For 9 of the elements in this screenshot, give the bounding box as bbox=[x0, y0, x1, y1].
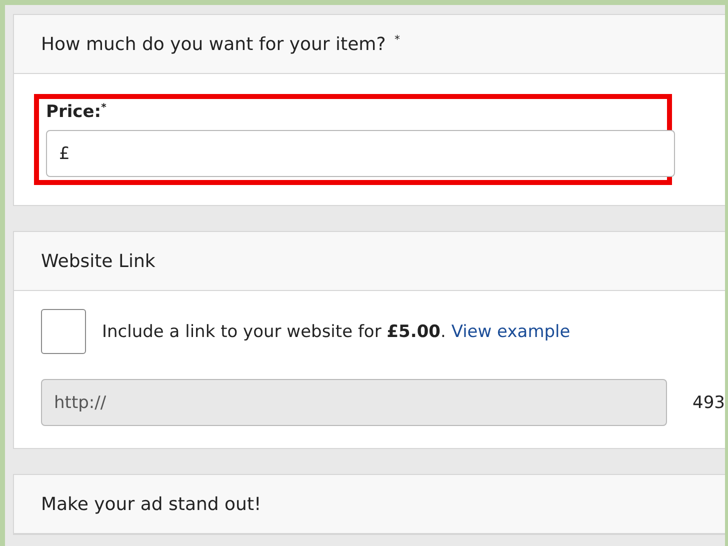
price-label: Price:$^{*}$ bbox=[46, 102, 106, 122]
section-title: Make your ad stand out! bbox=[41, 494, 262, 514]
character-counter: 493 bbox=[692, 392, 725, 412]
checkbox[interactable] bbox=[41, 309, 86, 354]
price-field[interactable]: £ bbox=[46, 130, 675, 177]
section-title: How much do you want for your item? $^{*}$ bbox=[41, 33, 400, 55]
view-example-link[interactable]: View example bbox=[451, 322, 570, 342]
section-title: Website Link bbox=[41, 250, 156, 272]
option-text: Include a link to your website for £5.00. View example bbox=[102, 322, 570, 342]
